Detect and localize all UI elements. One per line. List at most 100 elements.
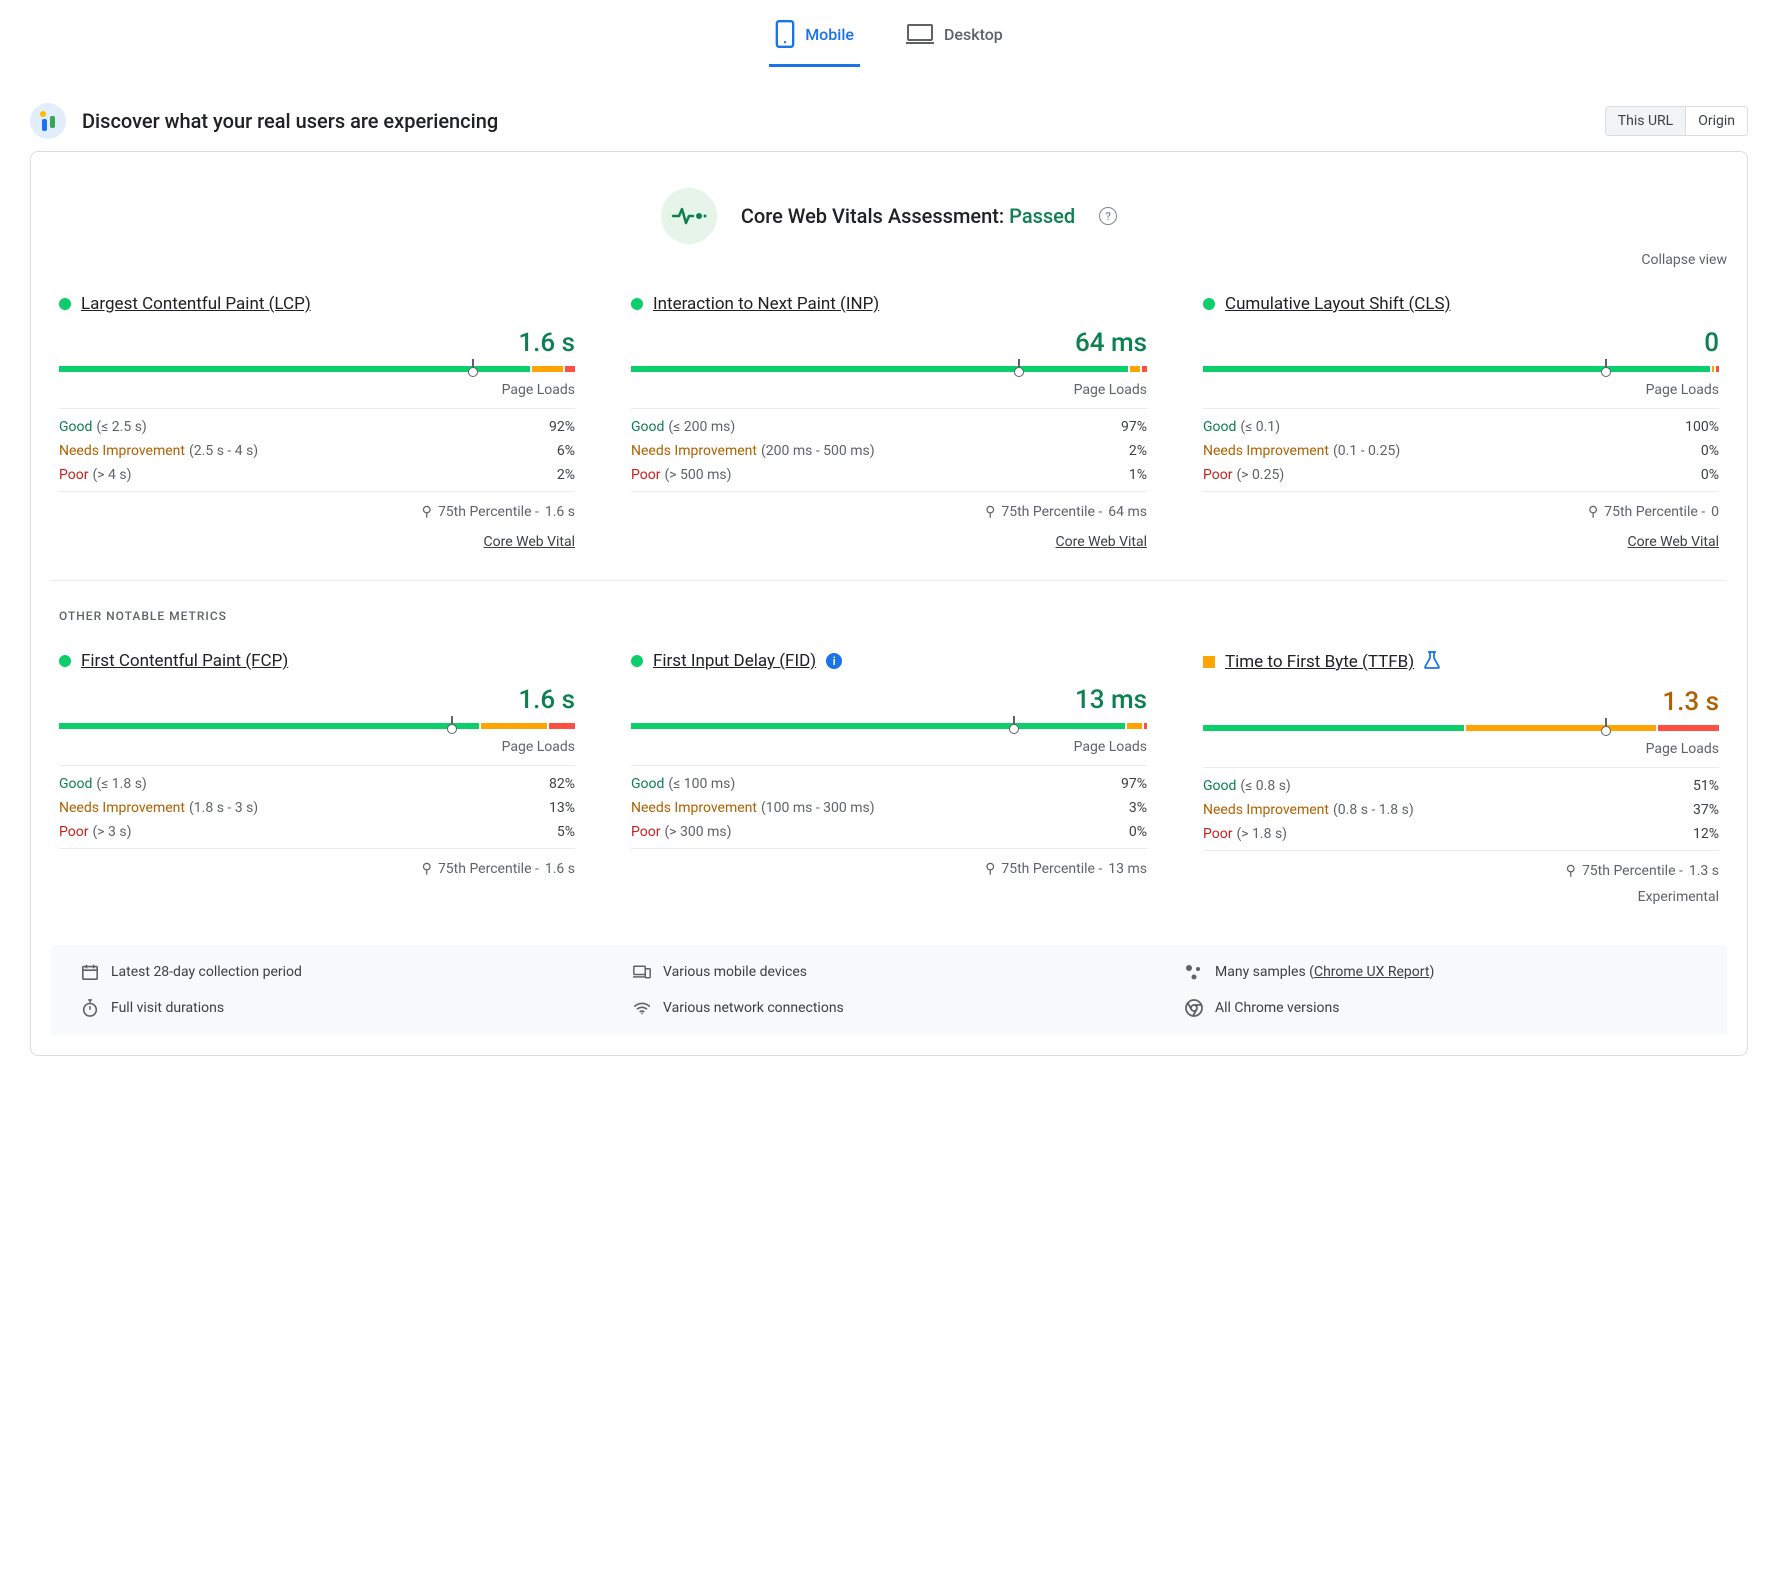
percentile-marker-icon — [451, 716, 453, 724]
collapse-row: Collapse view — [51, 252, 1727, 294]
footer-network: Various network connections — [633, 999, 1145, 1017]
calendar-icon — [81, 963, 99, 981]
scope-toggle: This URL Origin — [1605, 106, 1748, 136]
metric-cls-value: 0 — [1203, 328, 1719, 358]
status-dot-icon — [631, 655, 643, 667]
pin-icon: ⚲ — [422, 504, 432, 520]
percentile-marker-icon — [1605, 718, 1607, 726]
metric-cls: Cumulative Layout Shift (CLS) 0 Page Loa… — [1195, 294, 1727, 580]
page-loads-label: Page Loads — [631, 739, 1147, 755]
devices-icon — [633, 963, 651, 981]
device-tabs: Mobile Desktop — [30, 10, 1748, 67]
pulse-icon — [661, 188, 717, 244]
metric-cls-bar — [1203, 366, 1719, 372]
metric-fcp-bar — [59, 723, 575, 729]
metric-inp-bar — [631, 366, 1147, 372]
page-loads-label: Page Loads — [1203, 741, 1719, 757]
status-dot-icon — [59, 655, 71, 667]
percentile-marker-icon — [472, 359, 474, 367]
page-loads-label: Page Loads — [59, 382, 575, 398]
flask-icon[interactable] — [1424, 651, 1440, 673]
percentile-row: ⚲75th Percentile - 13 ms — [631, 861, 1147, 877]
percentile-row: ⚲75th Percentile - 64 ms — [631, 504, 1147, 520]
metric-lcp-name[interactable]: Largest Contentful Paint (LCP) — [81, 294, 311, 314]
cwv-link[interactable]: Core Web Vital — [1056, 534, 1148, 550]
metric-inp: Interaction to Next Paint (INP) 64 ms Pa… — [623, 294, 1155, 580]
status-dot-icon — [631, 298, 643, 310]
chrome-ux-report-link[interactable]: Chrome UX Report — [1314, 964, 1429, 980]
metric-lcp: Largest Contentful Paint (LCP) 1.6 s Pag… — [51, 294, 583, 580]
metric-fid-bar — [631, 723, 1147, 729]
assessment-label: Core Web Vitals Assessment: — [741, 204, 1009, 228]
metric-ttfb: Time to First Byte (TTFB) 1.3 s Page Loa… — [1195, 651, 1727, 935]
metric-cls-name[interactable]: Cumulative Layout Shift (CLS) — [1225, 294, 1451, 314]
help-icon[interactable]: ? — [1099, 207, 1117, 225]
stopwatch-icon — [81, 999, 99, 1017]
cwv-metrics-grid: Largest Contentful Paint (LCP) 1.6 s Pag… — [51, 294, 1727, 580]
other-metrics-title: OTHER NOTABLE METRICS — [59, 609, 1727, 623]
metric-lcp-bar — [59, 366, 575, 372]
scope-origin[interactable]: Origin — [1686, 107, 1747, 135]
metric-ttfb-value: 1.3 s — [1203, 687, 1719, 717]
info-icon[interactable]: i — [826, 653, 842, 669]
collapse-view-link[interactable]: Collapse view — [1641, 252, 1727, 268]
page-title: Discover what your real users are experi… — [82, 109, 498, 133]
assessment-status: Passed — [1009, 204, 1075, 228]
cwv-link[interactable]: Core Web Vital — [484, 534, 576, 550]
metric-fcp: First Contentful Paint (FCP) 1.6 s Page … — [51, 651, 583, 935]
footer-period: Latest 28-day collection period — [81, 963, 593, 981]
pin-icon: ⚲ — [1588, 504, 1598, 520]
page-loads-label: Page Loads — [59, 739, 575, 755]
field-data-panel: Core Web Vitals Assessment: Passed ? Col… — [30, 151, 1748, 1056]
page-loads-label: Page Loads — [1203, 382, 1719, 398]
mobile-icon — [775, 20, 795, 48]
page-loads-label: Page Loads — [631, 382, 1147, 398]
status-dot-icon — [1203, 298, 1215, 310]
scope-this-url[interactable]: This URL — [1606, 107, 1686, 135]
other-metrics-grid: First Contentful Paint (FCP) 1.6 s Page … — [51, 651, 1727, 935]
metric-fid-value: 13 ms — [631, 685, 1147, 715]
metric-fcp-value: 1.6 s — [59, 685, 575, 715]
percentile-row: ⚲75th Percentile - 0 — [1203, 504, 1719, 520]
footer-devices: Various mobile devices — [633, 963, 1145, 981]
pin-icon: ⚲ — [422, 861, 432, 877]
percentile-row: ⚲75th Percentile - 1.3 s — [1203, 863, 1719, 879]
percentile-marker-icon — [1013, 716, 1015, 724]
experimental-label: Experimental — [1203, 889, 1719, 905]
footer-chrome: All Chrome versions — [1185, 999, 1697, 1017]
tab-mobile-label: Mobile — [805, 25, 854, 44]
chrome-icon — [1185, 999, 1203, 1017]
metric-fid-name[interactable]: First Input Delay (FID) — [653, 651, 816, 671]
tab-desktop-label: Desktop — [944, 25, 1003, 44]
status-dot-icon — [59, 298, 71, 310]
assessment-row: Core Web Vitals Assessment: Passed ? — [51, 188, 1727, 244]
metric-fcp-name[interactable]: First Contentful Paint (FCP) — [81, 651, 288, 671]
desktop-icon — [906, 22, 934, 46]
metric-inp-name[interactable]: Interaction to Next Paint (INP) — [653, 294, 879, 314]
tab-desktop[interactable]: Desktop — [900, 10, 1009, 67]
footer-durations: Full visit durations — [81, 999, 593, 1017]
assessment-text: Core Web Vitals Assessment: Passed — [741, 204, 1075, 228]
metric-ttfb-bar — [1203, 725, 1719, 731]
wifi-icon — [633, 999, 651, 1017]
tab-mobile[interactable]: Mobile — [769, 10, 860, 67]
percentile-marker-icon — [1605, 359, 1607, 367]
header-row: Discover what your real users are experi… — [30, 103, 1748, 139]
footer-info: Latest 28-day collection period Various … — [51, 945, 1727, 1035]
percentile-row: ⚲75th Percentile - 1.6 s — [59, 861, 575, 877]
scatter-icon — [1185, 963, 1203, 981]
footer-samples: Many samples (Chrome UX Report) — [1185, 963, 1697, 981]
header-left: Discover what your real users are experi… — [30, 103, 498, 139]
metric-fid: First Input Delay (FID) i 13 ms Page Loa… — [623, 651, 1155, 935]
field-data-icon — [30, 103, 66, 139]
status-square-icon — [1203, 656, 1215, 668]
pin-icon: ⚲ — [1566, 863, 1576, 879]
pin-icon: ⚲ — [985, 504, 995, 520]
percentile-marker-icon — [1018, 359, 1020, 367]
metric-inp-value: 64 ms — [631, 328, 1147, 358]
metric-ttfb-name[interactable]: Time to First Byte (TTFB) — [1225, 652, 1414, 672]
cwv-link[interactable]: Core Web Vital — [1628, 534, 1720, 550]
percentile-row: ⚲75th Percentile - 1.6 s — [59, 504, 575, 520]
pin-icon: ⚲ — [985, 861, 995, 877]
metric-lcp-value: 1.6 s — [59, 328, 575, 358]
